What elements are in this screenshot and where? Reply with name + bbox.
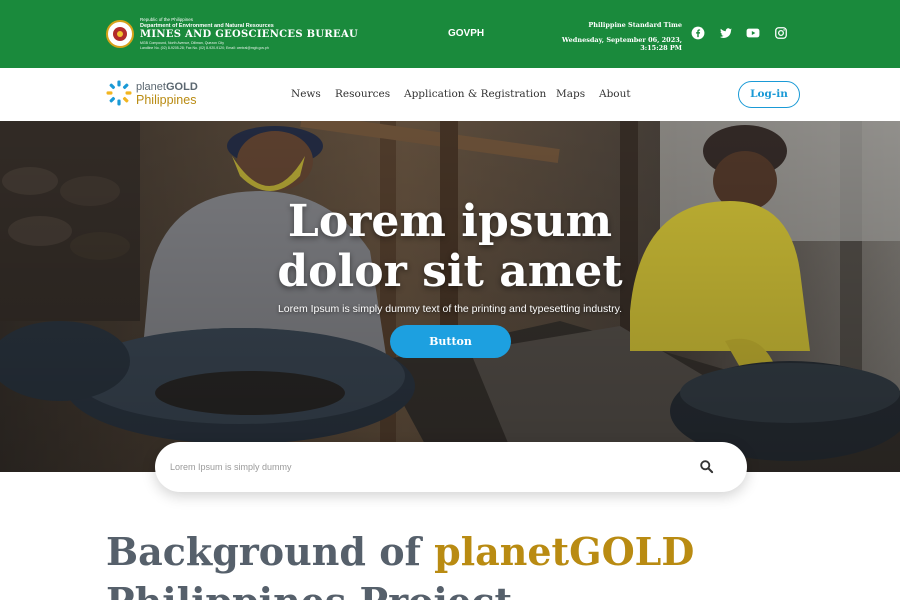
hero-title-line1: Lorem ipsum: [287, 196, 613, 247]
agency-name: MINES AND GEOSCIENCES BUREAU: [140, 29, 359, 40]
nav-link-news[interactable]: News: [291, 88, 321, 100]
hero-subtitle: Lorem Ipsum is simply dummy text of the …: [277, 303, 623, 315]
standard-time-label: Philippine Standard Time: [588, 21, 682, 29]
current-datetime: Wednesday, September 06, 2023, 3:15:28 P…: [561, 36, 682, 52]
main-navigation: planetGOLD Philippines News Resources Ap…: [0, 68, 900, 121]
section-heading-line2: Philippines Project: [106, 579, 512, 600]
login-button[interactable]: Log-in: [738, 81, 800, 108]
nav-link-application-registration[interactable]: Application & Registration: [404, 88, 546, 100]
government-top-bar: Republic of the Philippines Department o…: [0, 0, 900, 68]
youtube-icon[interactable]: [746, 26, 760, 40]
mgb-seal-logo[interactable]: [106, 20, 134, 48]
nav-link-maps[interactable]: Maps: [556, 88, 585, 100]
nav-link-about[interactable]: About: [599, 88, 631, 100]
republic-label: Republic of the Philippines: [140, 17, 194, 22]
agency-address: MGB Compound, North Avenue, Diliman, Que…: [140, 41, 224, 45]
planetgold-logo[interactable]: planetGOLD Philippines: [136, 82, 198, 107]
nav-link-resources[interactable]: Resources: [335, 88, 390, 100]
govph-link[interactable]: GOVPH: [448, 28, 484, 39]
hero-banner: Lorem ipsum dolor sit amet Lorem Ipsum i…: [0, 121, 900, 472]
search-icon[interactable]: [699, 459, 714, 474]
standard-time-clock: Philippine Standard Time Wednesday, Sept…: [550, 21, 682, 52]
facebook-icon[interactable]: [691, 26, 705, 40]
section-heading-part1: Background of: [106, 529, 435, 574]
section-heading: Background of planetGOLD Philippines Pro…: [106, 527, 806, 600]
hero-cta-button[interactable]: Button: [390, 325, 511, 358]
hero-title: Lorem ipsum dolor sit amet: [0, 197, 900, 297]
agency-masthead[interactable]: Republic of the Philippines Department o…: [140, 17, 359, 50]
section-heading-highlight: planetGOLD: [434, 529, 695, 574]
hero-title-line2: dolor sit amet: [277, 246, 623, 297]
twitter-icon[interactable]: [719, 26, 733, 40]
search-input[interactable]: [170, 457, 670, 477]
instagram-icon[interactable]: [774, 26, 788, 40]
planetgold-sunburst-icon[interactable]: [106, 80, 132, 106]
agency-contact: Landline No. (02) 8-9205-28; Fax No. (02…: [140, 45, 269, 50]
logo-wordmark: planetGOLD: [136, 81, 198, 93]
search-bar: [155, 442, 747, 492]
logo-country: Philippines: [136, 93, 197, 107]
